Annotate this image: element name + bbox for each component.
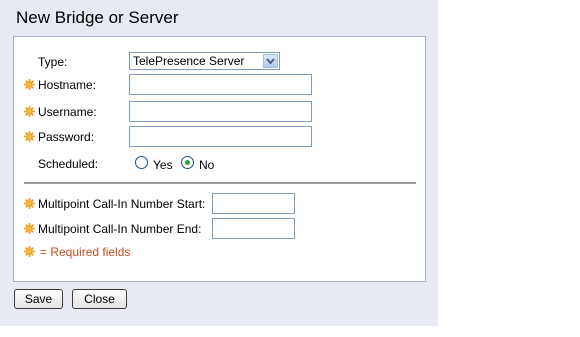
required-icon: [24, 131, 35, 142]
dialog-title: New Bridge or Server: [16, 8, 179, 27]
scheduled-label: Scheduled:: [38, 157, 99, 171]
scheduled-yes-label[interactable]: Yes: [153, 158, 173, 172]
callin-end-input[interactable]: [212, 218, 295, 239]
required-icon: [24, 198, 35, 209]
save-button[interactable]: Save: [14, 289, 63, 309]
chevron-down-icon[interactable]: [263, 54, 278, 68]
callin-start-label: Multipoint Call-In Number Start:: [38, 197, 206, 211]
required-icon: [24, 79, 35, 90]
close-button[interactable]: Close: [72, 289, 127, 309]
scheduled-yes-radio[interactable]: [135, 156, 148, 169]
callin-start-row: Multipoint Call-In Number Start:: [14, 193, 425, 215]
new-bridge-dialog: New Bridge or Server Type: TelePresence …: [0, 0, 438, 326]
type-row: Type: TelePresence Server: [14, 51, 425, 73]
required-icon: [24, 223, 35, 234]
scheduled-no-label[interactable]: No: [199, 158, 214, 172]
password-label: Password:: [38, 130, 95, 144]
username-row: Username:: [14, 101, 425, 123]
section-divider: [24, 182, 416, 184]
password-row: Password:: [14, 126, 425, 148]
hostname-input[interactable]: [129, 74, 312, 95]
required-icon: [24, 106, 35, 117]
required-fields-text: = Required fields: [40, 245, 131, 259]
scheduled-no-radio[interactable]: [181, 156, 194, 169]
required-icon: [24, 246, 35, 257]
password-input[interactable]: [129, 126, 312, 147]
scheduled-row: Scheduled: Yes No: [14, 153, 425, 175]
username-input[interactable]: [129, 101, 312, 122]
callin-start-input[interactable]: [212, 193, 295, 214]
type-select-value: TelePresence Server: [133, 54, 245, 68]
type-select[interactable]: TelePresence Server: [129, 52, 280, 70]
hostname-label: Hostname:: [38, 78, 97, 92]
type-label: Type:: [38, 55, 68, 69]
callin-end-row: Multipoint Call-In Number End:: [14, 218, 425, 240]
hostname-row: Hostname:: [14, 74, 425, 96]
callin-end-label: Multipoint Call-In Number End:: [38, 222, 202, 236]
form-panel: Type: TelePresence Server Hostname: User…: [13, 36, 426, 282]
username-label: Username:: [38, 105, 97, 119]
